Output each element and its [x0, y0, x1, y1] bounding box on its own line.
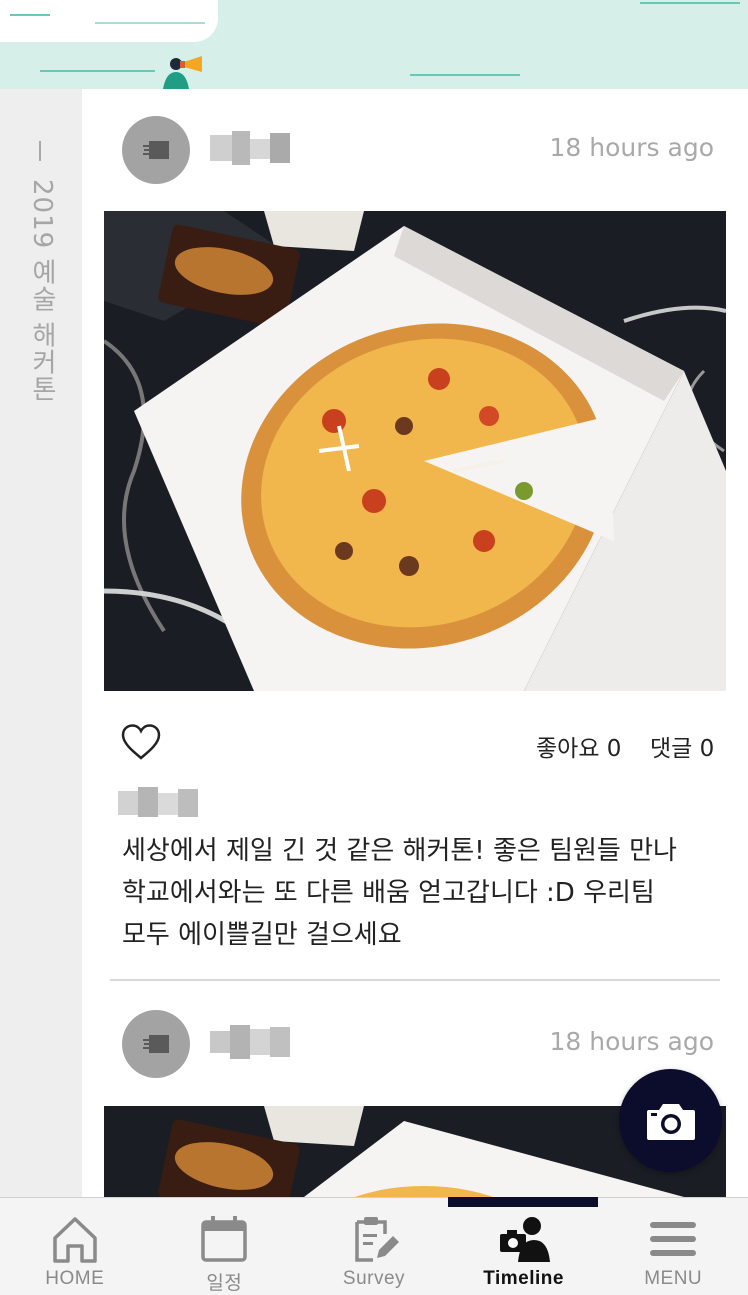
like-heart-icon[interactable] [120, 723, 162, 761]
nav-survey[interactable]: Survey [299, 1198, 449, 1295]
pizza-photo-illustration [104, 211, 726, 691]
post-photo[interactable] [104, 211, 726, 691]
side-rail: 2019 예술 해커톤 [0, 89, 82, 1197]
bottom-navigation: HOME 일정 Survey Timeline MENU [0, 1197, 748, 1295]
caption-line: 세상에서 제일 긴 것 같은 해커톤! 좋은 팀원들 만나 [122, 836, 677, 866]
avatar[interactable] [122, 1010, 190, 1078]
nav-timeline[interactable]: Timeline [449, 1198, 599, 1295]
hamburger-menu-icon [650, 1222, 697, 1256]
post-timestamp: 18 hours ago [549, 1027, 714, 1056]
calendar-icon [201, 1216, 248, 1262]
camera-icon [646, 1103, 695, 1140]
blurred-author-name [118, 787, 198, 819]
like-count[interactable]: 좋아요 0 [536, 729, 621, 763]
avatar[interactable] [122, 116, 190, 184]
nav-label: Survey [342, 1268, 406, 1289]
post-header: 18 hours ago [82, 89, 748, 211]
nav-schedule[interactable]: 일정 [150, 1198, 300, 1295]
default-avatar-icon [143, 1035, 169, 1053]
nav-label: 일정 [206, 1273, 243, 1294]
timeline-post: 18 hours ago [82, 89, 748, 981]
banner-cloud-decoration [0, 0, 218, 42]
post-caption: 세상에서 제일 긴 것 같은 해커톤! 좋은 팀원들 만나 학교에서와는 또 다… [122, 830, 712, 956]
comment-count[interactable]: 댓글 0 [650, 729, 714, 763]
caption-line: 학교에서와는 또 다른 배움 얻고갑니다 :D 우리팀 [122, 878, 655, 908]
blurred-username[interactable] [210, 131, 290, 165]
clipboard-edit-icon [355, 1217, 399, 1262]
app-screen: 2019 예술 해커톤 18 hours ago 좋아요 0 댓글 0 세상에서… [0, 0, 748, 1295]
nav-menu[interactable]: MENU [598, 1198, 748, 1295]
post-actions: 좋아요 0 댓글 0 [82, 719, 748, 779]
camera-upload-button[interactable] [619, 1069, 722, 1172]
timeline-feed[interactable]: 18 hours ago 좋아요 0 댓글 0 세상에서 제일 긴 것 같은 해… [82, 89, 748, 1197]
side-rail-divider [39, 141, 41, 161]
caption-line: 모두 에이쁠길만 걸으세요 [122, 920, 402, 950]
nav-home[interactable]: HOME [0, 1198, 150, 1295]
home-icon [53, 1217, 97, 1263]
blurred-username[interactable] [210, 1025, 290, 1059]
nav-label: Timeline [483, 1268, 564, 1289]
nav-label: HOME [45, 1268, 105, 1289]
active-tab-indicator [448, 1197, 598, 1207]
event-title-vertical: 2019 예술 해커톤 [27, 179, 57, 403]
default-avatar-icon [143, 141, 169, 159]
header-banner [0, 0, 748, 89]
post-timestamp: 18 hours ago [549, 133, 714, 162]
photographer-icon [499, 1217, 550, 1262]
nav-label: MENU [644, 1268, 703, 1289]
megaphone-person-illustration [163, 56, 202, 89]
